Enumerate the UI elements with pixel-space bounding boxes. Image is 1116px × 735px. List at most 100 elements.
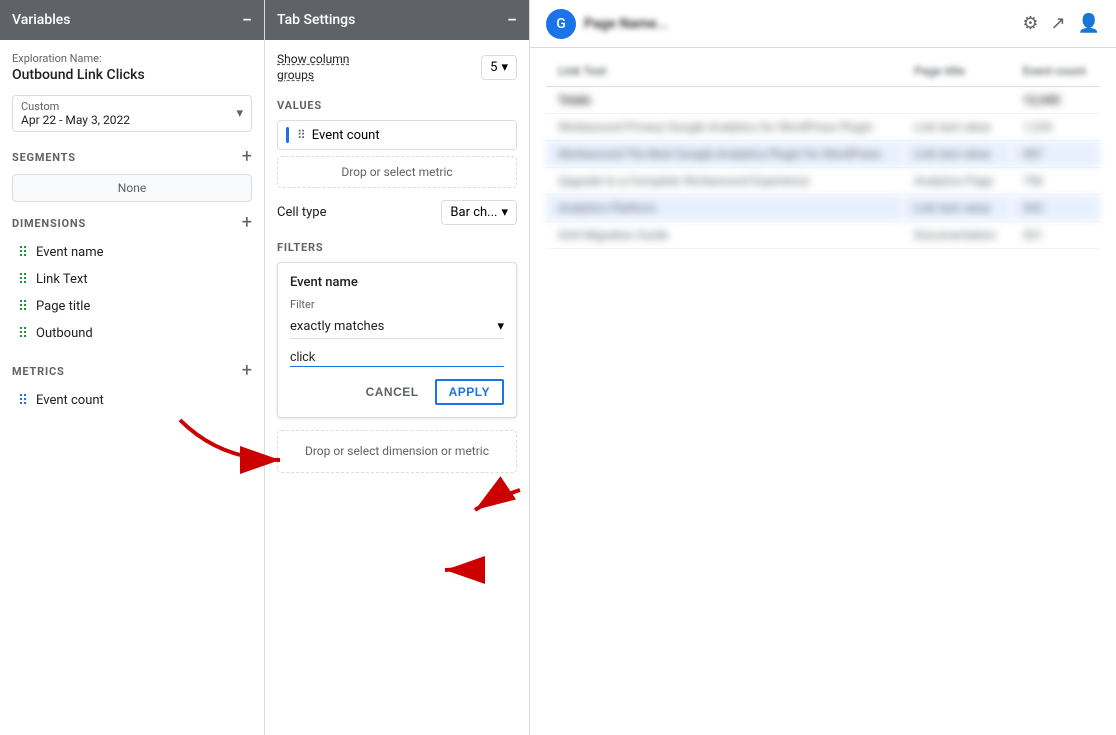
table-row: Workaround The Best Google Analytics Plu… bbox=[546, 141, 1100, 168]
variables-minimize-button[interactable]: − bbox=[242, 10, 252, 31]
column-count-chevron-icon: ▾ bbox=[501, 60, 508, 75]
show-column-groups-row: Show column groups 5 ▾ bbox=[277, 52, 517, 83]
dimensions-title: DIMENSIONS bbox=[12, 217, 86, 230]
tab-settings-content: Show column groups 5 ▾ VALUES ⠿ Event co… bbox=[265, 40, 529, 735]
row-page-title: Analytics Page bbox=[902, 168, 1011, 195]
metrics-title: METRICS bbox=[12, 365, 65, 378]
metrics-section-header: METRICS + bbox=[12, 362, 252, 380]
metric-item-event-count[interactable]: ⠿ Event count bbox=[12, 388, 252, 413]
column-count-value: 5 bbox=[490, 60, 497, 75]
row-count: 987 bbox=[1011, 141, 1100, 168]
row-count: 543 bbox=[1011, 195, 1100, 222]
variables-panel: Variables − Exploration Name: Outbound L… bbox=[0, 0, 265, 735]
variables-title: Variables bbox=[12, 12, 70, 28]
row-link-text: GA4 Migration Guide bbox=[546, 222, 902, 249]
date-chevron-icon: ▾ bbox=[236, 106, 243, 121]
totals-value: 12,345 bbox=[1011, 87, 1100, 114]
cell-type-selector[interactable]: Bar ch... ▾ bbox=[441, 200, 517, 225]
dimension-grid-icon-page-title: ⠿ bbox=[16, 300, 30, 314]
date-value: Apr 22 - May 3, 2022 bbox=[21, 113, 130, 127]
segment-none: None bbox=[12, 174, 252, 202]
cell-type-row: Cell type Bar ch... ▾ bbox=[277, 200, 517, 225]
col-header-count: Event count bbox=[1011, 56, 1100, 87]
dimension-grid-icon-event-name: ⠿ bbox=[16, 246, 30, 260]
dimension-label-outbound: Outbound bbox=[36, 326, 93, 341]
cell-type-label: Cell type bbox=[277, 205, 327, 220]
dimension-grid-icon-outbound: ⠿ bbox=[16, 327, 30, 341]
row-link-text: Workaround Privacy Google Analytics for … bbox=[546, 114, 902, 141]
cancel-button[interactable]: CANCEL bbox=[358, 379, 427, 405]
cell-type-chevron-icon: ▾ bbox=[501, 205, 508, 220]
row-page-title: Link text value bbox=[902, 141, 1011, 168]
segments-add-button[interactable]: + bbox=[242, 148, 252, 166]
tab-settings-panel: Tab Settings − Show column groups 5 ▾ VA… bbox=[265, 0, 530, 735]
dimension-label-link-text: Link Text bbox=[36, 272, 88, 287]
table-row: Workaround Privacy Google Analytics for … bbox=[546, 114, 1100, 141]
values-title: VALUES bbox=[277, 99, 517, 112]
column-count-selector[interactable]: 5 ▾ bbox=[481, 55, 517, 80]
drop-metric-box[interactable]: Drop or select metric bbox=[277, 156, 517, 188]
dimension-label-event-name: Event name bbox=[36, 245, 104, 260]
user-icon[interactable]: 👤 bbox=[1078, 13, 1100, 34]
totals-label: Totals bbox=[546, 87, 1011, 114]
tab-settings-panel-header: Tab Settings − bbox=[265, 0, 529, 40]
dimension-label-page-title: Page title bbox=[36, 299, 90, 314]
table-row: Analytics Platform Link text value 543 bbox=[546, 195, 1100, 222]
variables-panel-header: Variables − bbox=[0, 0, 264, 40]
row-page-title: Link text value bbox=[902, 114, 1011, 141]
main-content: G Page Name... ⚙ ↗ 👤 Link Text Page titl… bbox=[530, 0, 1116, 735]
filter-popup: Event name Filter exactly matches ▾ CANC… bbox=[277, 262, 517, 418]
table-row: GA4 Migration Guide Documentation 321 bbox=[546, 222, 1100, 249]
drop-dimension-label: Drop or select dimension or metric bbox=[305, 444, 489, 458]
drop-dimension-box[interactable]: Drop or select dimension or metric bbox=[277, 430, 517, 473]
variables-content: Exploration Name: Outbound Link Clicks C… bbox=[0, 40, 264, 735]
event-count-chip-label: Event count bbox=[312, 128, 380, 143]
segments-section-header: SEGMENTS + bbox=[12, 148, 252, 166]
data-table-area: Link Text Page title Event count Totals … bbox=[530, 48, 1116, 735]
share-icon[interactable]: ↗ bbox=[1050, 13, 1065, 34]
metric-label-event-count: Event count bbox=[36, 393, 104, 408]
exploration-name-label: Exploration Name: bbox=[12, 52, 252, 65]
date-selector[interactable]: Custom Apr 22 - May 3, 2022 ▾ bbox=[12, 95, 252, 132]
filter-match-chevron-icon: ▾ bbox=[497, 319, 504, 334]
main-header: G Page Name... ⚙ ↗ 👤 bbox=[530, 0, 1116, 48]
date-label: Custom bbox=[21, 100, 130, 113]
more-options-icon[interactable]: ⚙ bbox=[1022, 13, 1038, 34]
row-link-text: Workaround The Best Google Analytics Plu… bbox=[546, 141, 902, 168]
exploration-name-value: Outbound Link Clicks bbox=[12, 67, 252, 83]
header-icons: ⚙ ↗ 👤 bbox=[1022, 13, 1100, 34]
metric-grid-icon-event-count: ⠿ bbox=[16, 394, 30, 408]
dimension-grid-icon-link-text: ⠿ bbox=[16, 273, 30, 287]
col-header-page-title: Page title bbox=[902, 56, 1011, 87]
dimension-item-outbound[interactable]: ⠿ Outbound bbox=[12, 321, 252, 346]
dimension-item-page-title[interactable]: ⠿ Page title bbox=[12, 294, 252, 319]
row-link-text: Upgrade to a Complete Workaround Experie… bbox=[546, 168, 902, 195]
row-page-title: Link text value bbox=[902, 195, 1011, 222]
avatar: G bbox=[546, 9, 576, 39]
drop-metric-label: Drop or select metric bbox=[341, 165, 452, 179]
row-count: 321 bbox=[1011, 222, 1100, 249]
row-page-title: Documentation bbox=[902, 222, 1011, 249]
show-column-groups-label: Show column groups bbox=[277, 52, 377, 83]
cell-type-value: Bar ch... bbox=[450, 205, 497, 220]
dimension-item-event-name[interactable]: ⠿ Event name bbox=[12, 240, 252, 265]
metrics-add-button[interactable]: + bbox=[242, 362, 252, 380]
filter-actions: CANCEL APPLY bbox=[290, 379, 504, 405]
dimensions-section-header: DIMENSIONS + bbox=[12, 214, 252, 232]
col-header-link-text: Link Text bbox=[546, 56, 902, 87]
totals-row: Totals 12,345 bbox=[546, 87, 1100, 114]
filter-value-input[interactable] bbox=[290, 347, 504, 367]
apply-button[interactable]: APPLY bbox=[435, 379, 504, 405]
dimensions-add-button[interactable]: + bbox=[242, 214, 252, 232]
tab-settings-title: Tab Settings bbox=[277, 12, 355, 28]
filter-popup-title: Event name bbox=[290, 275, 504, 290]
value-chip-drag-icon: ⠿ bbox=[297, 128, 306, 142]
row-count: 756 bbox=[1011, 168, 1100, 195]
table-row: Upgrade to a Complete Workaround Experie… bbox=[546, 168, 1100, 195]
event-count-chip[interactable]: ⠿ Event count bbox=[277, 120, 517, 150]
segments-title: SEGMENTS bbox=[12, 151, 76, 164]
dimension-item-link-text[interactable]: ⠿ Link Text bbox=[12, 267, 252, 292]
tab-settings-minimize-button[interactable]: − bbox=[507, 10, 517, 31]
filter-match-selector[interactable]: exactly matches ▾ bbox=[290, 315, 504, 339]
data-table: Link Text Page title Event count Totals … bbox=[546, 56, 1100, 249]
